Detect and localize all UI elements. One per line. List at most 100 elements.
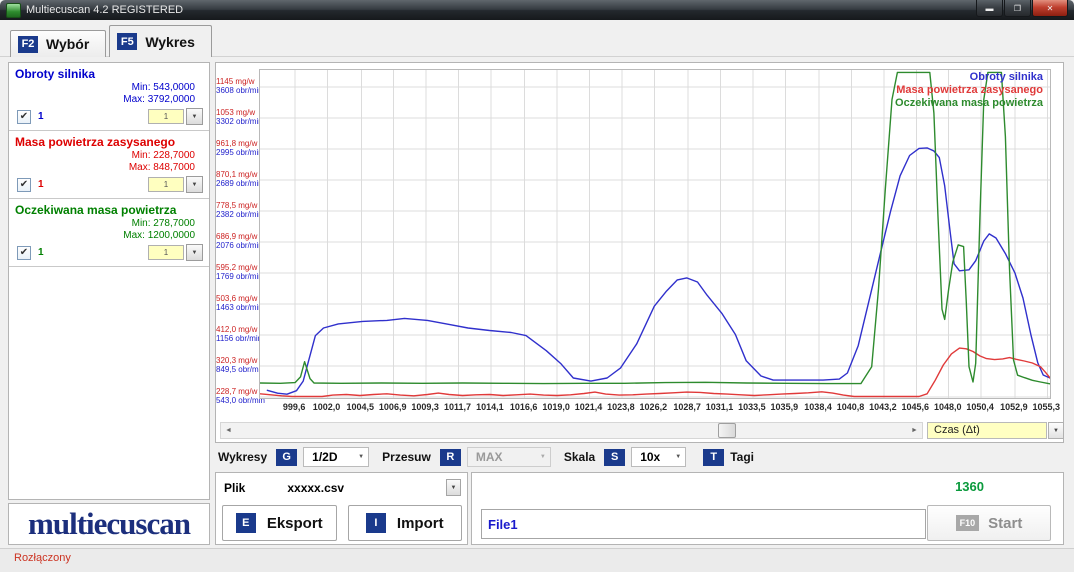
skala-value: 10x — [632, 450, 671, 464]
f10-key-badge: F10 — [956, 515, 980, 531]
scroll-left-arrow-icon[interactable]: ◄ — [221, 423, 236, 438]
eksport-button[interactable]: E Eksport — [222, 505, 337, 541]
przesuw-value: MAX — [468, 450, 536, 464]
signal-checkbox[interactable]: ✔ — [17, 110, 31, 124]
y-axis-mgw-label: 1145 mg/w — [216, 77, 254, 86]
y-axis-label-pair: 686,9 mg/w2076 obr/min — [216, 232, 254, 250]
x-axis-mode-value[interactable]: Czas (Δt) — [927, 422, 1047, 439]
scroll-right-arrow-icon[interactable]: ► — [907, 423, 922, 438]
signal-checkbox[interactable]: ✔ — [17, 178, 31, 192]
chart-svg — [260, 70, 1050, 398]
y-axis-labels: 1145 mg/w3608 obr/min 1053 mg/w3302 obr/m… — [216, 69, 256, 399]
logo-box: multiecuscan — [8, 503, 210, 545]
status-bar: Rozłączony — [0, 548, 1074, 572]
wykresy-value: 1/2D — [304, 450, 354, 464]
multiecuscan-logo: multiecuscan — [28, 506, 190, 542]
s-key-badge: S — [604, 449, 625, 466]
y-axis-rpm-label: 2076 obr/min — [216, 241, 254, 250]
i-key-badge: I — [366, 513, 386, 533]
close-button[interactable]: ✕ — [1032, 0, 1068, 17]
signal-group: Masa powietrza zasysanego Min: 228,7000 … — [9, 131, 209, 199]
legend-entry: Masa powietrza zasysanego — [895, 84, 1043, 97]
start-button[interactable]: F10 Start — [927, 505, 1051, 541]
y-axis-rpm-label: 1156 obr/min — [216, 334, 254, 343]
tab-wybor[interactable]: F2 Wybór — [10, 30, 106, 57]
x-axis-labels: 999,61002,01004,51006,91009,31011,71014,… — [259, 402, 1051, 414]
signal-channel: 1 — [38, 179, 44, 190]
chart-horizontal-scrollbar[interactable]: ◄ ► — [220, 422, 923, 439]
signal-max: Max: 1200,0000 — [15, 230, 195, 242]
y-axis-mgw-label: 320,3 mg/w — [216, 356, 254, 365]
y-axis-rpm-label: 2995 obr/min — [216, 148, 254, 157]
signal-scale-dropdown-button[interactable]: ▼ — [186, 244, 203, 261]
x-axis-mode-combo[interactable]: Czas (Δt) ▼ — [927, 422, 1064, 439]
window-title: Multiecuscan 4.2 REGISTERED — [26, 4, 183, 16]
signal-name: Obroty silnika — [15, 66, 203, 82]
minimize-button[interactable]: ▬ — [976, 0, 1003, 17]
signal-checkbox[interactable]: ✔ — [17, 246, 31, 260]
signal-scale-dropdown-button[interactable]: ▼ — [186, 176, 203, 193]
file-dropdown-button[interactable]: ▼ — [446, 479, 461, 496]
legend-entry: Oczekiwana masa powietrza — [895, 97, 1043, 110]
y-axis-rpm-label: 1463 obr/min — [216, 303, 254, 312]
y-axis-rpm-label: 543,0 obr/min — [216, 396, 254, 405]
chevron-down-icon[interactable]: ▼ — [1048, 422, 1064, 439]
y-axis-label-pair: 1053 mg/w3302 obr/min — [216, 108, 254, 126]
tagi-label[interactable]: Tagi — [730, 450, 754, 464]
chart-panel: 1145 mg/w3608 obr/min 1053 mg/w3302 obr/m… — [215, 62, 1064, 443]
signal-scale-value[interactable]: 1 — [148, 177, 184, 192]
x-axis-tick-label: 1055,3 — [1024, 402, 1068, 412]
signal-scale-value[interactable]: 1 — [148, 245, 184, 260]
file-name-input[interactable] — [481, 509, 926, 539]
y-axis-label-pair: 778,5 mg/w2382 obr/min — [216, 201, 254, 219]
y-axis-rpm-label: 3608 obr/min — [216, 86, 254, 95]
wykresy-combo[interactable]: 1/2D ▼ — [303, 447, 369, 467]
y-axis-label-pair: 870,1 mg/w2689 obr/min — [216, 170, 254, 188]
y-axis-label-pair: 228,7 mg/w543,0 obr/min — [216, 387, 254, 405]
y-axis-label-pair: 1145 mg/w3608 obr/min — [216, 77, 254, 95]
y-axis-rpm-label: 2689 obr/min — [216, 179, 254, 188]
y-axis-label-pair: 320,3 mg/w849,5 obr/min — [216, 356, 254, 374]
start-button-label: Start — [988, 515, 1022, 532]
tab-wykres-label: Wykres — [145, 34, 195, 50]
chevron-down-icon: ▼ — [536, 454, 550, 460]
tab-wybor-label: Wybór — [46, 36, 89, 52]
y-axis-mgw-label: 228,7 mg/w — [216, 387, 254, 396]
chevron-down-icon: ▼ — [354, 454, 368, 460]
import-button[interactable]: I Import — [348, 505, 463, 541]
scrollbar-thumb[interactable] — [718, 423, 736, 438]
signal-channel: 1 — [38, 247, 44, 258]
signal-max: Max: 848,7000 — [15, 162, 195, 174]
maximize-button[interactable]: ❐ — [1004, 0, 1031, 17]
signal-name: Masa powietrza zasysanego — [15, 134, 203, 150]
signal-channel: 1 — [38, 111, 44, 122]
connection-status: Rozłączony — [14, 552, 71, 564]
signal-scale-dropdown-button[interactable]: ▼ — [186, 108, 203, 125]
y-axis-mgw-label: 686,9 mg/w — [216, 232, 254, 241]
y-axis-mgw-label: 503,6 mg/w — [216, 294, 254, 303]
skala-combo[interactable]: 10x ▼ — [631, 447, 686, 467]
sample-counter: 1360 — [955, 479, 984, 494]
run-panel: 1360 F10 Start — [471, 472, 1064, 545]
g-key-badge: G — [276, 449, 297, 466]
t-key-badge: T — [703, 449, 724, 466]
file-panel: Plik xxxxx.csv ▼ E Eksport I Import — [215, 472, 468, 545]
y-axis-mgw-label: 961,8 mg/w — [216, 139, 254, 148]
y-axis-rpm-label: 849,5 obr/min — [216, 365, 254, 374]
import-button-label: Import — [397, 515, 444, 532]
tab-wykres[interactable]: F5 Wykres — [109, 25, 212, 57]
przesuw-label: Przesuw — [382, 450, 431, 464]
wykresy-label: Wykresy — [218, 450, 267, 464]
selected-file-name[interactable]: xxxxx.csv — [287, 481, 344, 495]
signal-max: Max: 3792,0000 — [15, 94, 195, 106]
plot-area[interactable] — [259, 69, 1051, 399]
y-axis-label-pair: 961,8 mg/w2995 obr/min — [216, 139, 254, 157]
e-key-badge: E — [236, 513, 256, 533]
y-axis-rpm-label: 2382 obr/min — [216, 210, 254, 219]
f5-key-badge: F5 — [117, 33, 137, 50]
tab-bar: F2 Wybór F5 Wykres — [10, 24, 215, 57]
y-axis-rpm-label: 3302 obr/min — [216, 117, 254, 126]
y-axis-mgw-label: 1053 mg/w — [216, 108, 254, 117]
signal-scale-value[interactable]: 1 — [148, 109, 184, 124]
y-axis-mgw-label: 870,1 mg/w — [216, 170, 254, 179]
